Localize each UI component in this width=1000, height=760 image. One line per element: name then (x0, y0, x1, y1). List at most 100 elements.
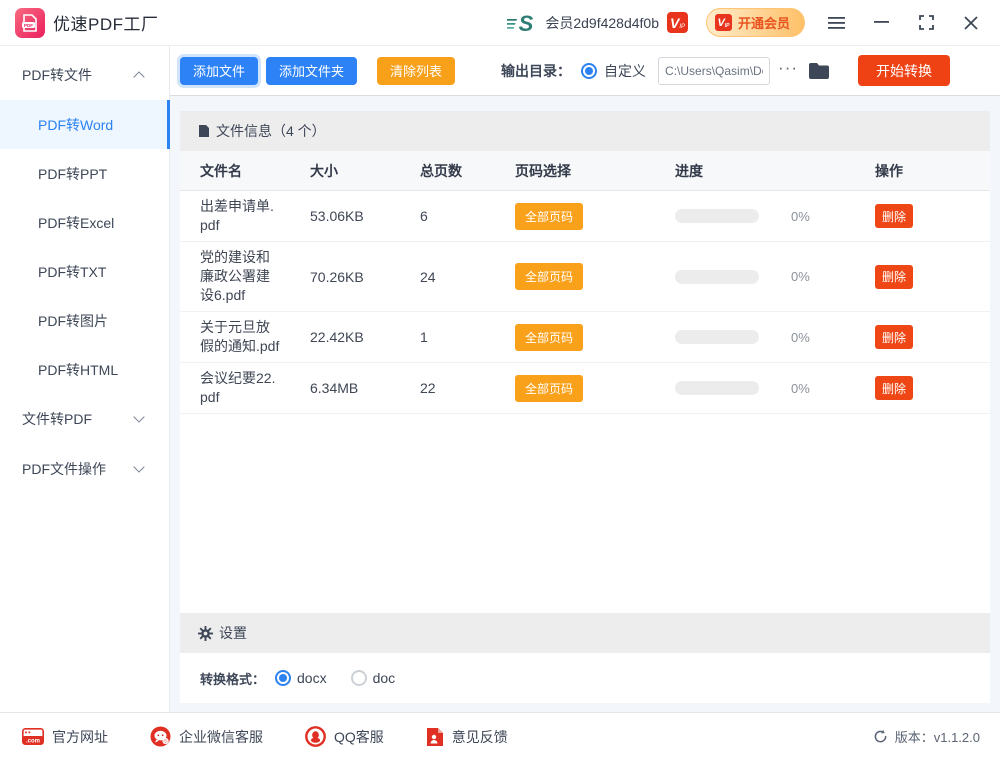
page-select-button[interactable]: 全部页码 (515, 324, 583, 351)
table-row: 党的建设和廉政公署建设6.pdf 70.26KB 24 全部页码 0% 删除 (180, 242, 990, 312)
feedback-link[interactable]: 意见反馈 (426, 727, 508, 747)
sidebar-item-pdf-to-html[interactable]: PDF转HTML (0, 345, 169, 394)
page-select-button[interactable]: 全部页码 (515, 203, 583, 230)
footer: .com 官方网址 微 企业微信客服 QQ客服 意见反馈 (0, 712, 1000, 760)
radio-doc[interactable] (351, 670, 367, 686)
col-actions: 操作 (875, 161, 990, 181)
close-icon[interactable] (962, 14, 980, 32)
file-name: 出差申请单.pdf (200, 191, 280, 241)
wechat-service-icon: 微 (150, 726, 171, 747)
sidebar-section-file-to-pdf[interactable]: 文件转PDF (0, 394, 169, 444)
refresh-icon[interactable] (873, 729, 888, 744)
feedback-icon (426, 727, 444, 747)
sidebar-item-label: PDF转TXT (38, 262, 106, 282)
app-logo-icon: PDF (15, 8, 45, 38)
delete-button[interactable]: 删除 (875, 265, 913, 289)
sidebar-section-label: 文件转PDF (22, 409, 92, 429)
format-label: 转换格式： (200, 669, 265, 688)
sidebar-item-pdf-to-excel[interactable]: PDF转Excel (0, 198, 169, 247)
progress-value: 0% (791, 381, 810, 396)
file-pages: 6 (420, 208, 515, 224)
website-icon: .com (22, 728, 44, 745)
progress-bar (675, 270, 759, 284)
sidebar-item-pdf-to-word[interactable]: PDF转Word (0, 100, 169, 149)
add-folder-button[interactable]: 添加文件夹 (266, 57, 357, 85)
qq-icon (305, 726, 326, 747)
file-pages: 22 (420, 380, 515, 396)
sidebar-item-label: PDF转HTML (38, 360, 118, 380)
content-background: 文件信息（4 个） 文件名 大小 总页数 页码选择 进度 操作 出差申请单.pd… (170, 96, 1000, 712)
sidebar-item-pdf-to-image[interactable]: PDF转图片 (0, 296, 169, 345)
menu-icon[interactable] (827, 14, 845, 32)
vip-ip: IP (679, 22, 685, 33)
member-avatar-icon: S (507, 11, 537, 35)
format-option-doc[interactable]: doc (351, 670, 396, 686)
file-info-bar: 文件信息（4 个） (180, 111, 990, 151)
version-label: 版本：v1.1.2.0 (895, 727, 980, 746)
delete-button[interactable]: 删除 (875, 204, 913, 228)
file-name: 会议纪要22.pdf (200, 363, 280, 413)
sidebar: PDF转文件 PDF转Word PDF转PPT PDF转Excel PDF转TX… (0, 46, 170, 712)
col-filename: 文件名 (200, 161, 310, 181)
member-area[interactable]: S 会员2d9f428d4f0b VIP (507, 11, 688, 35)
chevron-up-icon (133, 71, 144, 82)
format-option-docx[interactable]: docx (275, 670, 327, 686)
page-select-button[interactable]: 全部页码 (515, 375, 583, 402)
qq-service-link[interactable]: QQ客服 (305, 726, 384, 747)
official-site-label: 官方网址 (52, 727, 108, 747)
table-row: 出差申请单.pdf 53.06KB 6 全部页码 0% 删除 (180, 191, 990, 242)
format-option-label: docx (297, 670, 327, 686)
add-file-button[interactable]: 添加文件 (180, 57, 258, 85)
progress-value: 0% (791, 269, 810, 284)
sidebar-item-label: PDF转图片 (38, 311, 108, 331)
sidebar-section-pdf-to-file[interactable]: PDF转文件 (0, 50, 169, 100)
browse-ellipsis-button[interactable]: ··· (778, 58, 798, 78)
custom-output-label: 自定义 (604, 61, 646, 81)
sidebar-item-pdf-to-ppt[interactable]: PDF转PPT (0, 149, 169, 198)
document-icon (198, 124, 210, 138)
delete-button[interactable]: 删除 (875, 376, 913, 400)
progress-bar (675, 209, 759, 223)
official-site-link[interactable]: .com 官方网址 (22, 727, 108, 747)
table-header: 文件名 大小 总页数 页码选择 进度 操作 (180, 151, 990, 191)
output-dir-label: 输出目录： (501, 61, 571, 81)
settings-bar: 设置 (180, 613, 990, 653)
wechat-service-link[interactable]: 微 企业微信客服 (150, 726, 263, 747)
chevron-down-icon (133, 411, 144, 422)
page-select-button[interactable]: 全部页码 (515, 263, 583, 290)
sidebar-item-pdf-to-txt[interactable]: PDF转TXT (0, 247, 169, 296)
col-page-select: 页码选择 (515, 161, 675, 181)
vip-badge-icon: VIP (667, 12, 688, 33)
sidebar-section-pdf-operations[interactable]: PDF文件操作 (0, 444, 169, 494)
open-vip-button[interactable]: VIP 开通会员 (706, 8, 805, 37)
custom-output-radio[interactable] (581, 63, 597, 79)
start-convert-button[interactable]: 开始转换 (858, 55, 950, 86)
folder-icon[interactable] (808, 62, 830, 80)
sidebar-item-label: PDF转Word (38, 115, 113, 135)
main-area: 添加文件 添加文件夹 清除列表 输出目录： 自定义 ··· 开始转换 (170, 46, 1000, 712)
progress-bar (675, 330, 759, 344)
progress-bar (675, 381, 759, 395)
svg-text:.com: .com (26, 739, 40, 745)
sidebar-section-label: PDF转文件 (22, 65, 92, 85)
maximize-icon[interactable] (917, 14, 935, 32)
table-row: 关于元旦放假的通知.pdf 22.42KB 1 全部页码 0% 删除 (180, 312, 990, 363)
delete-button[interactable]: 删除 (875, 325, 913, 349)
sidebar-item-label: PDF转PPT (38, 164, 107, 184)
open-vip-label: 开通会员 (738, 13, 790, 32)
minimize-icon[interactable] (872, 14, 890, 32)
feedback-label: 意见反馈 (452, 727, 508, 747)
clear-list-button[interactable]: 清除列表 (377, 57, 455, 85)
sidebar-item-label: PDF转Excel (38, 213, 114, 233)
title-bar: PDF 优速PDF工厂 S 会员2d9f428d4f0b VIP VIP 开通会… (0, 0, 1000, 46)
output-path-input[interactable] (658, 57, 770, 85)
vip-ip: IP (725, 22, 730, 31)
radio-docx[interactable] (275, 670, 291, 686)
member-name: 会员2d9f428d4f0b (545, 13, 659, 33)
file-size: 22.42KB (310, 329, 420, 345)
progress-value: 0% (791, 330, 810, 345)
col-size: 大小 (310, 161, 420, 181)
svg-text:微: 微 (162, 738, 168, 745)
vip-mini-icon: VIP (715, 14, 732, 31)
file-info-title: 文件信息（4 个） (216, 121, 326, 141)
